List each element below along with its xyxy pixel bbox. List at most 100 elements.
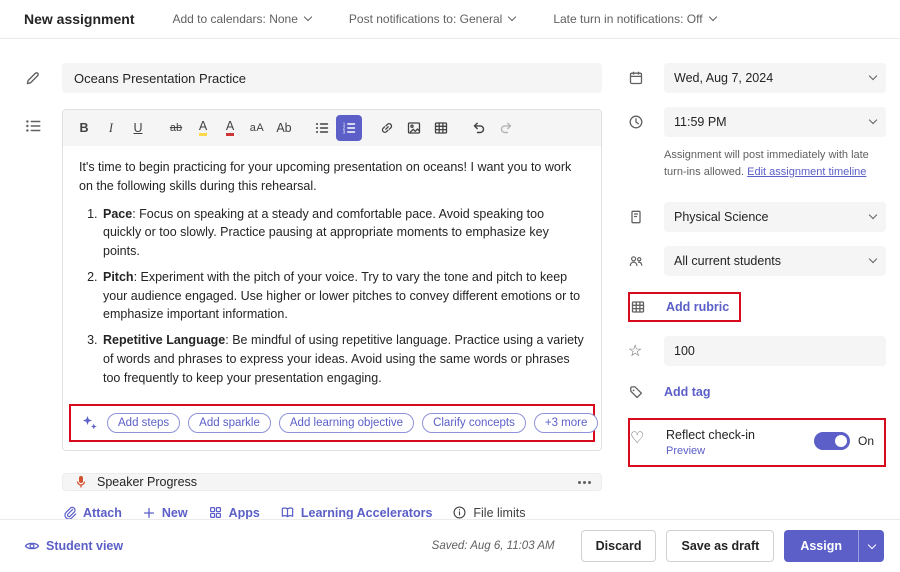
more-options-icon[interactable]	[578, 480, 591, 484]
instructions-editor[interactable]: It's time to begin practicing for your u…	[63, 146, 601, 400]
instructions-list: Pace: Focus on speaking at a steady and …	[79, 205, 585, 388]
chevron-down-icon	[303, 12, 313, 22]
edit-timeline-link[interactable]: Edit assignment timeline	[747, 166, 866, 178]
discard-button[interactable]: Discard	[580, 530, 657, 562]
attachment-card[interactable]: Speaker Progress	[62, 473, 602, 492]
italic-button[interactable]: I	[98, 115, 124, 141]
file-limits-button[interactable]: File limits	[452, 505, 525, 520]
due-date-select[interactable]: Wed, Aug 7, 2024	[664, 63, 886, 93]
timeline-note: Assignment will post immediately with la…	[664, 149, 869, 178]
reflect-info: Reflect check-in Preview	[666, 428, 814, 457]
subject-select[interactable]: Physical Science	[664, 202, 886, 232]
attach-button[interactable]: Attach	[62, 505, 122, 520]
plus-icon	[142, 506, 156, 520]
students-select[interactable]: All current students	[664, 246, 886, 276]
more-suggestions-pill[interactable]: +3 more	[533, 413, 599, 434]
learning-accelerators-button[interactable]: Learning Accelerators	[280, 505, 432, 520]
chevron-down-icon	[508, 12, 517, 22]
add-steps-pill[interactable]: Add steps	[107, 413, 181, 434]
toggle-state-label: On	[857, 434, 874, 448]
late-turnin-menu[interactable]: Late turn in notifications: Off	[553, 12, 717, 26]
points-row: ☆ 100	[628, 336, 886, 366]
post-notifications-label: Post notifications to: General	[348, 12, 503, 26]
add-to-calendars-label: Add to calendars: None	[172, 12, 298, 26]
svg-text:3: 3	[343, 130, 346, 135]
numbered-list-button[interactable]: 123	[336, 115, 362, 141]
chevron-down-icon	[868, 210, 878, 220]
top-bar: New assignment Add to calendars: None Po…	[0, 0, 900, 38]
chevron-down-icon	[708, 12, 717, 22]
post-notifications-menu[interactable]: Post notifications to: General	[348, 12, 517, 26]
reflect-toggle-group: On	[813, 432, 874, 450]
clarify-concepts-pill[interactable]: Clarify concepts	[422, 413, 526, 434]
strikethrough-button[interactable]: ab	[163, 115, 189, 141]
pencil-icon	[24, 70, 62, 87]
attachment-name: Speaker Progress	[97, 475, 198, 490]
save-as-draft-button[interactable]: Save as draft	[666, 530, 775, 562]
footer-bar: Student view Saved: Aug 6, 11:03 AM Disc…	[0, 520, 900, 572]
bullet-list-button[interactable]	[309, 115, 335, 141]
instructions-icon	[24, 109, 62, 451]
late-turnin-label: Late turn in notifications: Off	[553, 12, 703, 26]
assign-dropdown-button[interactable]	[858, 530, 884, 562]
chevron-down-icon	[868, 254, 878, 264]
ai-suggestions-annotation-box: Add steps Add sparkle Add learning objec…	[69, 404, 599, 443]
calendar-icon	[628, 70, 664, 86]
font-color-button[interactable]: A	[217, 115, 243, 141]
clock-icon	[628, 114, 664, 130]
insert-table-icon[interactable]	[428, 115, 454, 141]
tag-icon	[628, 384, 664, 400]
add-rubric-annotation-box: Add rubric	[628, 292, 742, 322]
assign-button[interactable]: Assign	[784, 530, 858, 562]
assignment-settings-sidebar: Wed, Aug 7, 2024 11:59 PM Assignment wil…	[628, 39, 886, 519]
title-row	[24, 63, 602, 93]
subject-row: Physical Science	[628, 202, 886, 232]
page-title: New assignment	[24, 11, 135, 27]
list-item: Pace: Focus on speaking at a steady and …	[101, 205, 585, 261]
apps-grid-icon	[208, 505, 223, 520]
student-view-button[interactable]: Student view	[24, 538, 123, 554]
subject-icon	[628, 209, 664, 225]
highlight-button[interactable]: A	[190, 115, 216, 141]
add-to-calendars-menu[interactable]: Add to calendars: None	[172, 12, 313, 26]
add-rubric-button[interactable]: Add rubric	[666, 300, 729, 314]
font-size-button[interactable]: aA	[244, 115, 270, 141]
reflect-toggle[interactable]	[813, 432, 850, 450]
instructions-intro: It's time to begin practicing for your u…	[79, 160, 572, 193]
clear-format-button[interactable]: Ab	[271, 115, 297, 141]
underline-button[interactable]: U	[125, 115, 151, 141]
new-button[interactable]: New	[142, 506, 188, 520]
link-icon[interactable]	[374, 115, 400, 141]
tag-row: Add tag	[628, 384, 886, 400]
insert-image-icon[interactable]	[401, 115, 427, 141]
learning-accelerators-icon	[280, 505, 295, 520]
assignment-title-input[interactable]	[62, 63, 602, 93]
reflect-annotation-box: ♡ Reflect check-in Preview On	[628, 418, 886, 467]
list-item: Pitch: Experiment with the pitch of your…	[101, 268, 585, 324]
attachment-actions: Attach New Apps Learning Accelerators Fi…	[62, 505, 602, 520]
star-icon: ☆	[628, 343, 643, 360]
heart-icon: ♡	[630, 430, 645, 447]
chevron-down-icon	[868, 115, 878, 125]
due-time-row: 11:59 PM	[628, 107, 886, 137]
redo-icon[interactable]	[493, 115, 519, 141]
chevron-down-icon	[867, 540, 876, 550]
rich-text-editor: B I U ab A A aA Ab 123 It's time to begi…	[62, 109, 602, 452]
info-icon	[452, 505, 467, 520]
bold-button[interactable]: B	[71, 115, 97, 141]
undo-icon[interactable]	[466, 115, 492, 141]
sparkle-icon	[81, 414, 99, 432]
due-time-select[interactable]: 11:59 PM	[664, 107, 886, 137]
toggle-knob	[834, 435, 847, 447]
apps-button[interactable]: Apps	[208, 505, 260, 520]
add-sparkle-pill[interactable]: Add sparkle	[188, 413, 271, 434]
saved-timestamp: Saved: Aug 6, 11:03 AM	[431, 540, 555, 552]
speaker-progress-icon	[73, 474, 89, 490]
add-learning-objective-pill[interactable]: Add learning objective	[278, 413, 415, 434]
points-field[interactable]: 100	[664, 336, 886, 366]
list-item: Repetitive Language: Be mindful of using…	[101, 331, 585, 387]
people-icon	[628, 253, 664, 269]
reflect-preview-link[interactable]: Preview	[666, 445, 814, 457]
add-tag-button[interactable]: Add tag	[664, 385, 711, 399]
editor-row: B I U ab A A aA Ab 123 It's time to begi…	[24, 109, 602, 452]
